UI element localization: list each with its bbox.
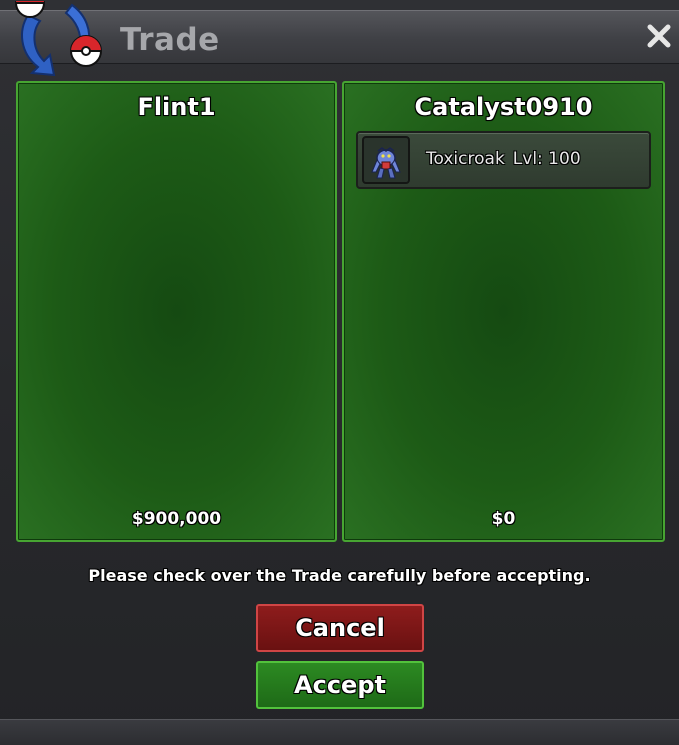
- item-slot: [362, 136, 410, 184]
- trade-item-row[interactable]: Toxicroak Lvl: 100: [356, 131, 651, 189]
- item-name: Toxicroak: [426, 149, 505, 169]
- right-trader-money: $0: [491, 509, 516, 529]
- left-trader-name: Flint1: [137, 93, 216, 121]
- bottom-bar: [0, 719, 679, 745]
- left-trader-money: $900,000: [131, 509, 222, 529]
- trade-pokeball-logo-icon: [15, 1, 102, 77]
- trade-window: Trade Flint1 $900,000 Catalyst0910 Toxic…: [0, 0, 679, 745]
- right-trader-name: Catalyst0910: [414, 93, 593, 121]
- trade-notice: Please check over the Trade carefully be…: [88, 566, 591, 585]
- toxicroak-sprite-icon: [371, 147, 401, 179]
- item-label: Toxicroak Lvl: 100: [426, 151, 581, 168]
- item-level: Lvl: 100: [512, 149, 581, 169]
- accept-button[interactable]: Accept: [256, 661, 424, 709]
- title-bar[interactable]: Trade: [0, 1, 679, 77]
- right-trade-panel: Catalyst0910 Toxicroak Lvl: 100 $0: [342, 81, 665, 542]
- close-icon[interactable]: [645, 22, 673, 50]
- left-trade-panel: Flint1 $900,000: [16, 81, 337, 542]
- cancel-button[interactable]: Cancel: [256, 604, 424, 652]
- window-title: Trade: [120, 22, 220, 58]
